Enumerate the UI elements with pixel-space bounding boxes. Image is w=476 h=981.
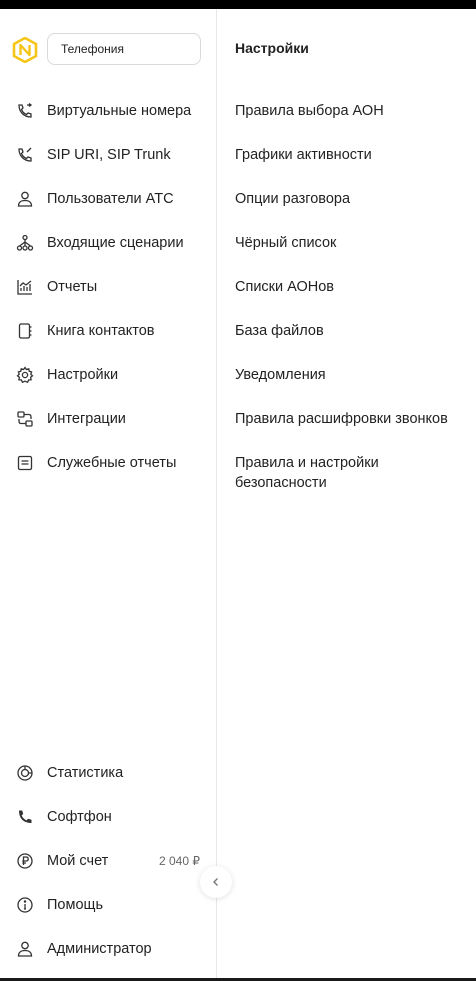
hierarchy-icon [16,234,34,252]
sidebar: Телефония Виртуальные номера SIP URI, SI… [0,9,217,978]
brand-logo-icon[interactable] [12,36,38,64]
phone-forward-icon [16,102,34,120]
sidebar-item-label: Мой счет [47,853,109,869]
user-icon [16,190,34,208]
sidebar-item-sip[interactable]: SIP URI, SIP Trunk [0,137,217,173]
sidebar-item-label: SIP URI, SIP Trunk [47,147,171,163]
settings-link-notifications[interactable]: Уведомления [235,365,465,385]
sidebar-item-label: Пользователи АТС [47,191,174,207]
settings-link-caller-id-lists[interactable]: Списки АОНов [235,277,465,297]
chevron-left-icon [213,878,218,886]
sidebar-item-label: Входящие сценарии [47,235,184,251]
phone-icon [16,808,34,826]
chart-icon [16,278,34,296]
settings-link-call-options[interactable]: Опции разговора [235,189,465,209]
sidebar-item-label: Виртуальные номера [47,103,192,119]
sidebar-item-incoming-scenarios[interactable]: Входящие сценарии [0,225,217,261]
settings-link-file-base[interactable]: База файлов [235,321,465,341]
sidebar-item-settings[interactable]: Настройки [0,357,217,393]
integration-icon [16,410,34,428]
sidebar-item-my-account[interactable]: Мой счет 2 040 ₽ [0,843,217,879]
balance-badge: 2 040 ₽ [159,854,200,868]
settings-link-transcription-rules[interactable]: Правила расшифровки звонков [235,409,465,429]
settings-link-caller-id-rules[interactable]: Правила выбора АОН [235,101,465,121]
contact-book-icon [16,322,34,340]
document-icon [16,454,34,472]
sidebar-item-virtual-numbers[interactable]: Виртуальные номера [0,93,217,129]
sidebar-item-integrations[interactable]: Интеграции [0,401,217,437]
sidebar-item-service-reports[interactable]: Служебные отчеты [0,445,217,481]
sidebar-item-label: Интеграции [47,411,126,427]
product-selector[interactable]: Телефония [47,33,201,65]
panel-title: Настройки [235,40,309,56]
settings-link-security[interactable]: Правила и настройки безопасности [235,453,435,493]
sidebar-item-pbx-users[interactable]: Пользователи АТС [0,181,217,217]
sidebar-item-label: Настройки [47,367,119,383]
stats-icon [16,764,34,782]
sidebar-item-label: Помощь [47,897,104,913]
sidebar-item-softphone[interactable]: Софтфон [0,799,217,835]
sidebar-item-reports[interactable]: Отчеты [0,269,217,305]
sidebar-item-label: Администратор [47,941,152,957]
info-icon [16,896,34,914]
settings-panel: Настройки Правила выбора АОН Графики акт… [218,9,476,978]
sidebar-item-statistics[interactable]: Статистика [0,755,217,791]
sidebar-item-administrator[interactable]: Администратор [0,931,217,967]
sidebar-item-label: Софтфон [47,809,112,825]
sidebar-item-label: Статистика [47,765,124,781]
sidebar-item-help[interactable]: Помощь [0,887,217,923]
settings-link-blacklist[interactable]: Чёрный список [235,233,465,253]
user-icon [16,940,34,958]
phone-sip-icon [16,146,34,164]
sidebar-item-label: Книга контактов [47,323,155,339]
gear-icon [16,366,34,384]
top-bar [0,0,476,9]
ruble-icon [16,852,34,870]
settings-link-activity-schedules[interactable]: Графики активности [235,145,465,165]
sidebar-item-label: Отчеты [47,279,98,295]
sidebar-item-contact-book[interactable]: Книга контактов [0,313,217,349]
collapse-sidebar-button[interactable] [200,866,232,898]
sidebar-item-label: Служебные отчеты [47,455,177,471]
